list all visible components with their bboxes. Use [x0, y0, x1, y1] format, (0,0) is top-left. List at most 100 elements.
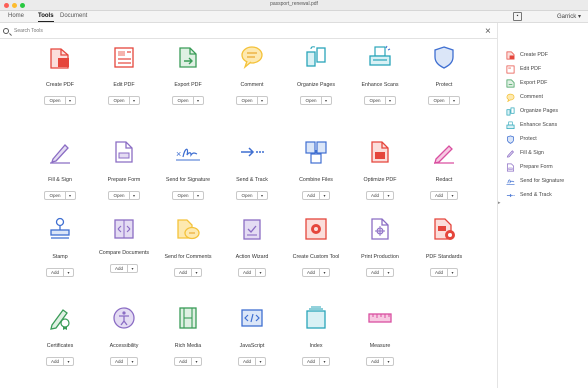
tool-pdf-standards[interactable]: PDF Standards Add ▾: [404, 216, 484, 279]
organize-pages-icon: [306, 46, 326, 67]
open-button[interactable]: Open ▾: [236, 191, 268, 200]
add-button[interactable]: Add ▾: [301, 357, 330, 366]
tool-label: Measure: [369, 343, 391, 349]
edit-pdf-icon: [506, 65, 515, 74]
chevron-down-icon: ▾: [195, 359, 198, 364]
search-icon: [3, 28, 9, 34]
print-production-icon: [371, 218, 389, 240]
add-button[interactable]: Add ▾: [365, 357, 394, 366]
add-button[interactable]: Add ▾: [429, 191, 458, 200]
add-button[interactable]: Add ▾: [365, 268, 394, 277]
panel-item-label: Fill & Sign: [520, 150, 544, 156]
panel-item-label: Comment: [520, 94, 543, 100]
button-label: Open: [301, 97, 322, 104]
chevron-down-icon: ▾: [67, 270, 70, 275]
open-button[interactable]: Open ▾: [364, 96, 396, 105]
panel-item-edit-pdf[interactable]: Edit PDF: [506, 64, 586, 76]
help-icon[interactable]: ▪: [513, 12, 522, 21]
chevron-down-icon: ▾: [451, 193, 454, 198]
add-button[interactable]: Add ▾: [173, 268, 202, 277]
add-button[interactable]: Add ▾: [365, 191, 394, 200]
chevron-down-icon: ▾: [259, 270, 262, 275]
optimize-pdf-icon: [371, 141, 389, 163]
chevron-down-icon: ▾: [324, 98, 327, 103]
create-pdf-icon: [50, 48, 69, 69]
open-button[interactable]: Open ▾: [300, 96, 332, 105]
panel-item-prepare-form[interactable]: Prepare Form: [506, 162, 586, 174]
open-button[interactable]: Open ▾: [172, 191, 204, 200]
open-button[interactable]: Open ▾: [428, 96, 460, 105]
stamp-icon: [50, 217, 70, 239]
tab-home[interactable]: Home: [8, 13, 24, 19]
protect-icon: [434, 46, 454, 69]
open-button[interactable]: Open ▾: [108, 191, 140, 200]
add-button[interactable]: Add ▾: [173, 357, 202, 366]
button-label: Add: [431, 192, 448, 199]
create-pdf-icon: [506, 51, 515, 60]
clear-search-icon[interactable]: ×: [485, 26, 491, 37]
panel-item-send-for-signature[interactable]: Send for Signature: [506, 176, 586, 188]
panel-item-create-pdf[interactable]: Create PDF: [506, 50, 586, 62]
user-menu[interactable]: Garrick ▾: [557, 13, 581, 20]
button-label: Open: [365, 97, 386, 104]
panel-item-send-track[interactable]: Send & Track: [506, 190, 586, 202]
add-button[interactable]: Add ▾: [237, 268, 266, 277]
add-button[interactable]: Add ▾: [301, 268, 330, 277]
panel-item-fill-sign[interactable]: Fill & Sign: [506, 148, 586, 160]
tab-document[interactable]: Document: [60, 13, 87, 19]
panel-item-enhance-scans[interactable]: Enhance Scans: [506, 120, 586, 132]
search-bar: ×: [0, 25, 497, 39]
top-menubar: Home Tools Document ▪ Garrick ▾: [0, 11, 588, 23]
tool-label: PDF Standards: [425, 254, 463, 260]
measure-icon: [368, 313, 392, 323]
panel-item-label: Send & Track: [520, 192, 552, 198]
panel-item-label: Enhance Scans: [520, 122, 558, 128]
button-label: Open: [237, 192, 258, 199]
user-name: Garrick: [556, 14, 577, 20]
tools-grid: Create PDF Open ▾ Edit PDF Open ▾ Export P…: [0, 39, 497, 388]
pdf-standards-icon: [434, 218, 455, 240]
search-tools-input[interactable]: [14, 28, 314, 34]
tool-protect[interactable]: Protect Open ▾: [404, 44, 484, 107]
svg-text:×: ×: [176, 149, 181, 159]
collapse-panel-handle[interactable]: ▸: [498, 200, 501, 206]
panel-item-label: Export PDF: [520, 80, 548, 86]
chevron-down-icon: ▾: [451, 270, 454, 275]
add-button[interactable]: Add ▾: [301, 191, 330, 200]
open-button[interactable]: Open ▾: [44, 191, 76, 200]
button-label: Open: [173, 192, 194, 199]
window-titlebar: passport_renewal.pdf: [0, 0, 588, 11]
chevron-down-icon: ▾: [452, 98, 455, 103]
protect-icon: [506, 135, 515, 144]
button-label: Add: [303, 269, 320, 276]
chevron-down-icon: ▾: [195, 270, 198, 275]
open-button[interactable]: Open ▾: [172, 96, 204, 105]
compare-documents-icon: [114, 219, 134, 239]
open-button[interactable]: Open ▾: [44, 96, 76, 105]
chevron-down-icon: ▾: [388, 98, 391, 103]
open-button[interactable]: Open ▾: [236, 96, 268, 105]
add-button[interactable]: Add ▾: [45, 268, 74, 277]
tool-redact[interactable]: Redact Add ▾: [404, 139, 484, 202]
add-button[interactable]: Add ▾: [237, 357, 266, 366]
add-button[interactable]: Add ▾: [45, 357, 74, 366]
add-button[interactable]: Add ▾: [429, 268, 458, 277]
button-label: Add: [303, 358, 320, 365]
panel-item-organize-pages[interactable]: Organize Pages: [506, 106, 586, 118]
open-button[interactable]: Open ▾: [108, 96, 140, 105]
tool-measure[interactable]: Measure Add ▾: [340, 305, 420, 368]
tool-label: Protect: [435, 82, 453, 88]
fill-sign-icon: [50, 144, 70, 164]
panel-item-label: Create PDF: [520, 52, 548, 58]
panel-item-export-pdf[interactable]: Export PDF: [506, 78, 586, 90]
add-button[interactable]: Add ▾: [109, 264, 138, 273]
panel-item-comment[interactable]: Comment: [506, 92, 586, 104]
chevron-down-icon: ▾: [131, 359, 134, 364]
button-label: Open: [173, 97, 194, 104]
tab-tools[interactable]: Tools: [38, 13, 54, 22]
send-for-comments-icon: [177, 219, 200, 240]
chevron-down-icon: ▾: [387, 270, 390, 275]
chevron-down-icon: ▾: [196, 193, 199, 198]
panel-item-protect[interactable]: Protect: [506, 134, 586, 146]
add-button[interactable]: Add ▾: [109, 357, 138, 366]
